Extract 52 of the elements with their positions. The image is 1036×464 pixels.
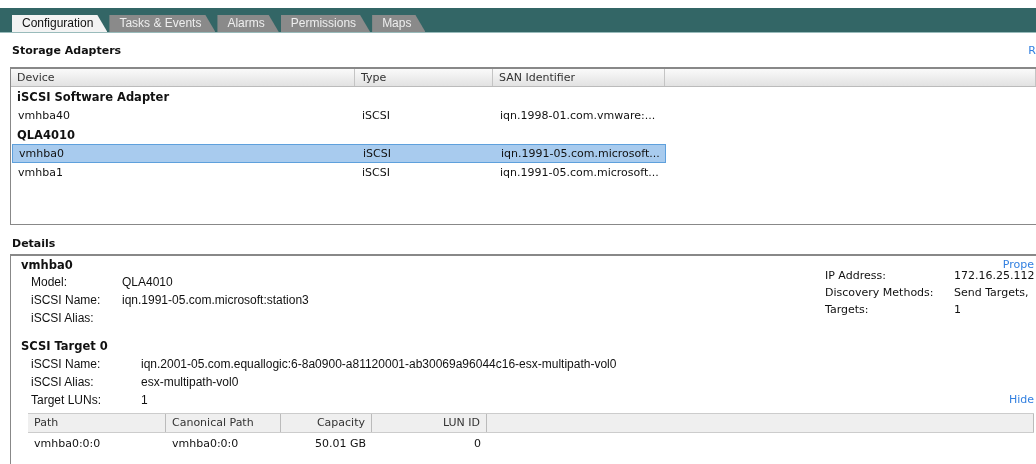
table-cell-text: vmhba1: [17, 166, 64, 179]
field-label: iSCSI Alias:: [31, 375, 94, 389]
field-label: Target LUNs:: [31, 393, 102, 407]
table-cell-text: vmhba40: [17, 109, 71, 122]
adapter-name: vmhba0: [21, 258, 73, 272]
tab[interactable]: Permissions: [280, 15, 371, 32]
field-value: QLA4010: [122, 275, 173, 289]
tab[interactable]: Tasks & Events: [109, 15, 216, 32]
field-value: Send Targets,: [954, 286, 1029, 299]
field-value: esx-multipath-vol0: [141, 375, 239, 389]
column-header: SAN Identifier: [493, 69, 665, 86]
table-cell-text: vmhba0:0:0: [33, 436, 102, 450]
field-label: Targets:: [825, 303, 869, 316]
column-header: Path: [28, 414, 166, 432]
column-header: Canonical Path: [166, 414, 281, 432]
field-label: IP Address:: [825, 269, 886, 282]
table-cell-text: iqn.1991-05.com.microsoft...: [500, 147, 661, 160]
field-label: Discovery Methods:: [825, 286, 934, 299]
section-title: Storage Adapters: [12, 43, 122, 57]
field-value: 1: [954, 303, 961, 316]
table-row[interactable]: vmhba0 iSCSI iqn.1991-05.com.microsoft...: [12, 144, 666, 163]
target-title: SCSI Target 0: [21, 339, 109, 353]
column-header: Type: [355, 69, 493, 86]
field-label: Model:: [31, 275, 68, 289]
table-row[interactable]: vmhba40 iSCSI iqn.1998-01.com.vmware:...: [12, 106, 1036, 125]
tab[interactable]: Maps: [372, 15, 426, 32]
group-label: QLA4010: [16, 127, 75, 142]
tab[interactable]: Alarms: [217, 15, 279, 32]
field-value: iqn.2001-05.com.equallogic:6-8a0900-a81120001-ab30069a96044c16-esx-multipath-vol0: [141, 357, 617, 371]
table-row[interactable]: vmhba1 iSCSI iqn.1991-05.com.microsoft...: [12, 163, 1036, 182]
table-cell-text: iSCSI: [362, 147, 392, 160]
table-cell-text: 50.01 GB: [313, 436, 367, 450]
field-value: 1: [141, 393, 148, 407]
column-header: Device: [11, 69, 355, 86]
table-cell-text: vmhba0:0:0: [171, 436, 240, 450]
field-value: iqn.1991-05.com.microsoft:station3: [122, 293, 309, 307]
field-label: iSCSI Name:: [31, 357, 101, 371]
table-cell-text: iqn.1998-01.com.vmware:...: [499, 109, 657, 122]
link[interactable]: R: [1028, 43, 1036, 57]
field-label: iSCSI Alias:: [31, 311, 94, 325]
tab[interactable]: Configuration: [12, 15, 108, 32]
link[interactable]: Hide: [1008, 393, 1034, 407]
table-cell-text: 0: [473, 436, 482, 450]
table-cell-text: iSCSI: [361, 166, 391, 179]
section-title: Details: [11, 236, 57, 250]
column-header: LUN ID: [372, 414, 487, 432]
table-cell-text: vmhba0: [18, 147, 65, 160]
group-label: iSCSI Software Adapter: [16, 89, 170, 104]
table-cell-text: iqn.1991-05.com.microsoft...: [499, 166, 660, 179]
column-header: Capacity: [281, 414, 372, 432]
table-cell-text: iSCSI: [361, 109, 391, 122]
field-label: iSCSI Name:: [31, 293, 101, 307]
